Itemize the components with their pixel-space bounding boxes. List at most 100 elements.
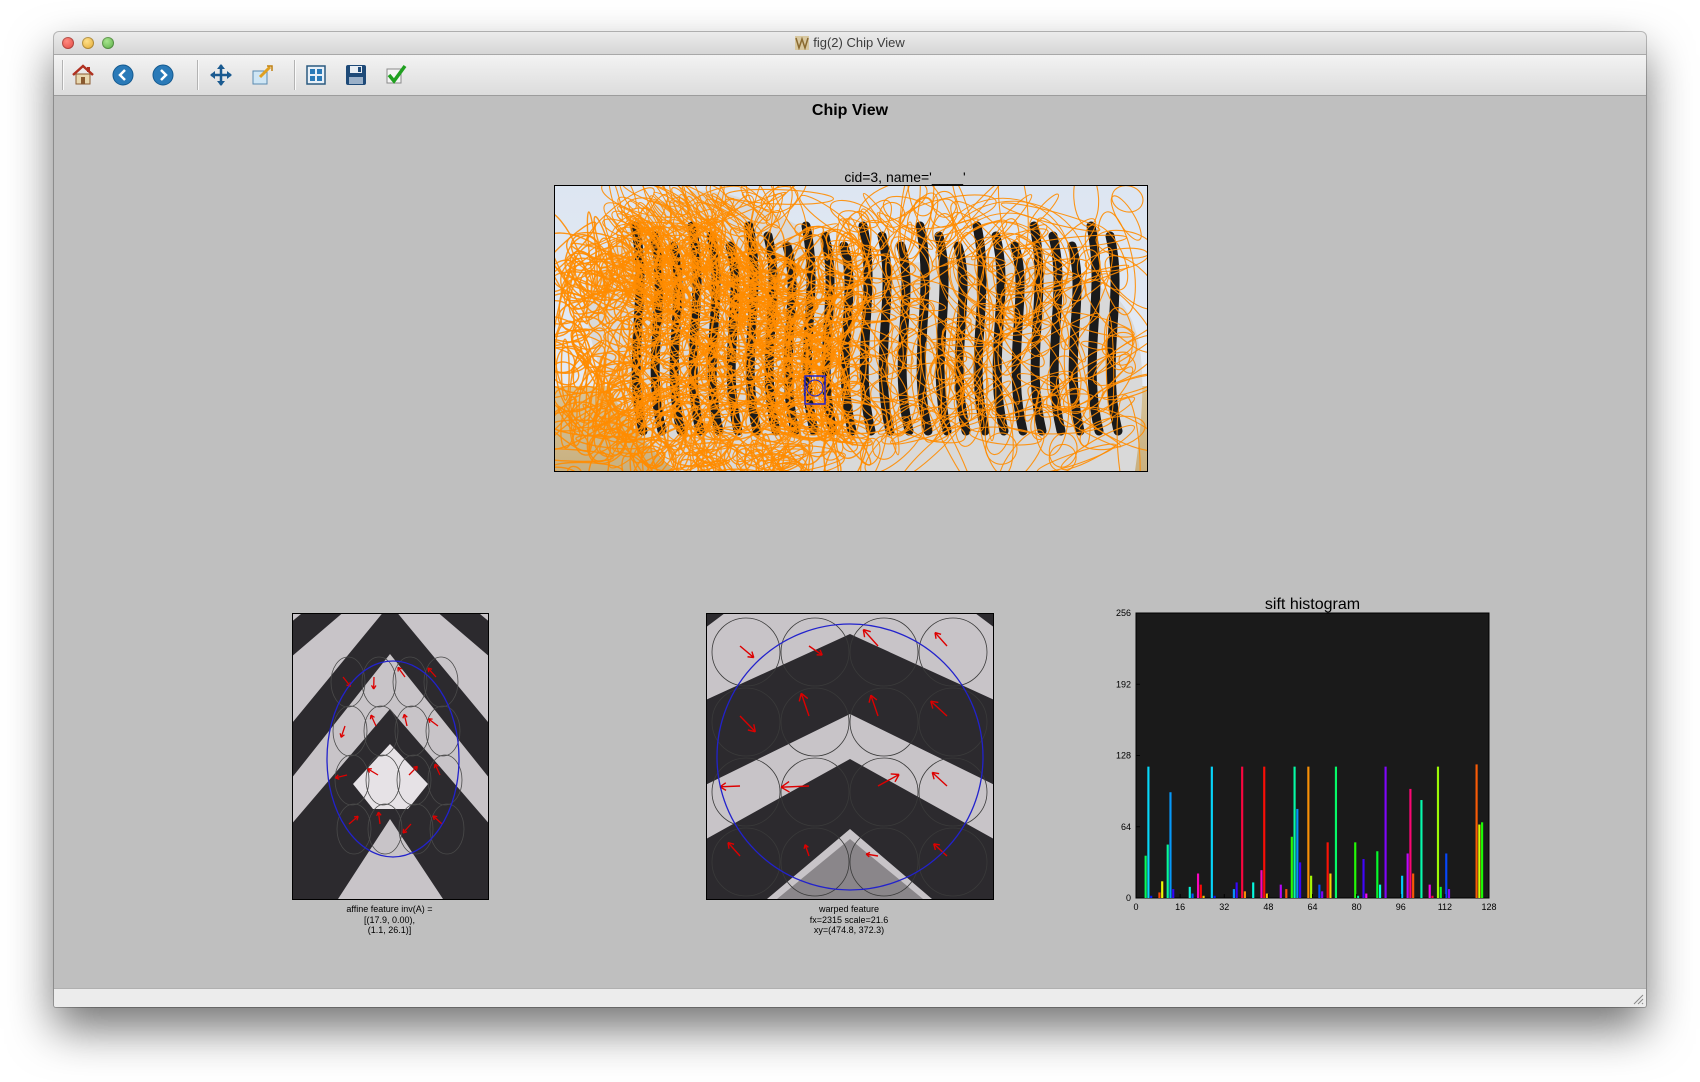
figure-suptitle: Chip View [811, 102, 889, 119]
histogram-bar [1412, 873, 1415, 898]
forward-button[interactable] [149, 61, 177, 89]
arrow-right-icon [152, 64, 174, 86]
histogram-bar [1478, 824, 1481, 898]
histogram-bar [1252, 882, 1255, 898]
histogram-bar [1436, 766, 1440, 898]
histogram-bar [1326, 842, 1329, 898]
title-bar[interactable]: fig(2) Chip View [54, 32, 1646, 55]
histogram-bar [1147, 766, 1150, 898]
histogram-bar [1144, 855, 1147, 898]
histogram-bar [1243, 891, 1247, 898]
histogram-bar [1321, 891, 1324, 898]
histogram-bar [1299, 862, 1302, 898]
subplots-icon [306, 65, 326, 85]
histogram-bar [1376, 851, 1379, 898]
affine-caption: affine feature inv(A) = [(17.9, 0.00), (… [292, 904, 487, 936]
navigation-toolbar [54, 55, 1646, 96]
histogram-bar [1166, 844, 1169, 898]
histogram-bar [1279, 884, 1282, 898]
histogram-bar [1318, 884, 1321, 898]
x-tick-label: 80 [1352, 902, 1362, 912]
x-tick-label: 32 [1219, 902, 1229, 912]
app-window: fig(2) Chip View Chip View cid=3, name='… [54, 32, 1646, 1007]
gradient-arrow [719, 785, 741, 788]
warped-caption-line: warped feature [818, 904, 880, 914]
toolbar-separator [197, 60, 199, 90]
pan-button[interactable] [207, 61, 235, 89]
warped-feature-image [707, 614, 993, 899]
x-tick-label: 128 [1481, 902, 1496, 912]
histogram-bar [1431, 895, 1434, 898]
histogram-bar [1365, 893, 1368, 898]
zoom-icon [252, 65, 273, 85]
histogram-bar [1260, 870, 1263, 898]
affine-caption-line: (1.1, 26.1)] [367, 925, 412, 935]
histogram-bar [1420, 800, 1423, 898]
histogram-bar [1428, 884, 1431, 898]
histogram-bar [1401, 875, 1404, 898]
histogram-bar [1265, 893, 1269, 898]
y-tick-label: 128 [1116, 751, 1131, 761]
warped-caption: warped feature fx=2315 scale=21.6 xy=(47… [706, 904, 992, 936]
floppy-disk-icon [346, 65, 366, 85]
histogram-bar [1409, 788, 1412, 898]
histogram-bar [1290, 836, 1293, 898]
x-tick-label: 112 [1438, 902, 1452, 912]
checkmark-icon [386, 64, 407, 84]
histogram-bar [1329, 873, 1332, 898]
histogram-bar [1169, 792, 1172, 898]
toolbar-separator [294, 60, 296, 90]
histogram-bar [1475, 764, 1478, 898]
home-icon [72, 64, 94, 85]
close-window-button[interactable] [62, 37, 74, 49]
histogram-bar [1447, 889, 1451, 898]
histogram-bar [1285, 889, 1288, 898]
histogram-bar [1191, 893, 1194, 898]
histogram-bar [1378, 884, 1382, 898]
y-tick-label: 64 [1121, 822, 1131, 832]
histogram-bar [1172, 889, 1175, 898]
resize-grip-icon[interactable] [1632, 993, 1644, 1005]
histogram-bar [1334, 766, 1338, 898]
back-button[interactable] [109, 61, 137, 89]
histogram-bar [1356, 895, 1360, 898]
x-tick-label: 96 [1396, 902, 1406, 912]
x-tick-label: 48 [1263, 902, 1273, 912]
affine-caption-line: [(17.9, 0.00), [363, 914, 416, 925]
histogram-bar [1199, 884, 1202, 898]
zoom-window-button[interactable] [102, 37, 114, 49]
x-tick-label: 0 [1133, 902, 1138, 912]
minimize-window-button[interactable] [82, 37, 94, 49]
save-button[interactable] [342, 61, 370, 89]
edit-parameters-button[interactable] [382, 61, 410, 89]
zoom-button[interactable] [248, 61, 276, 89]
histogram-bar [1296, 808, 1299, 898]
histogram-bar [1158, 892, 1161, 898]
histogram-bar [1406, 853, 1409, 898]
move-icon [210, 64, 232, 86]
histogram-plot-area [1135, 612, 1490, 899]
configure-subplots-button[interactable] [302, 61, 330, 89]
warped-caption-line: xy=(474.8, 372.3) [813, 925, 885, 935]
histogram-bar [1235, 882, 1238, 898]
histogram-bar [1263, 766, 1266, 898]
chip-title: cid=3, name='____' [844, 169, 966, 185]
histogram-bar [1384, 766, 1387, 898]
y-tick-label: 192 [1116, 679, 1131, 689]
arrow-left-icon [112, 64, 134, 86]
home-button[interactable] [69, 61, 97, 89]
histogram-bar [1150, 895, 1153, 898]
chip-keypoint-plot [555, 186, 1147, 471]
y-tick-label: 0 [1126, 893, 1131, 903]
histogram-bar [1293, 766, 1296, 898]
histogram-bar [1307, 766, 1310, 898]
affine-caption-line: affine feature inv(A) = [346, 904, 433, 914]
affine-feature-plot [292, 613, 489, 900]
app-icon [795, 35, 810, 50]
histogram-bar [1232, 889, 1235, 898]
histogram-bar [1202, 895, 1205, 898]
histogram-bar [1210, 766, 1213, 898]
x-tick-label: 16 [1175, 902, 1185, 912]
y-tick-label: 256 [1116, 608, 1131, 618]
histogram-bar [1481, 822, 1484, 898]
